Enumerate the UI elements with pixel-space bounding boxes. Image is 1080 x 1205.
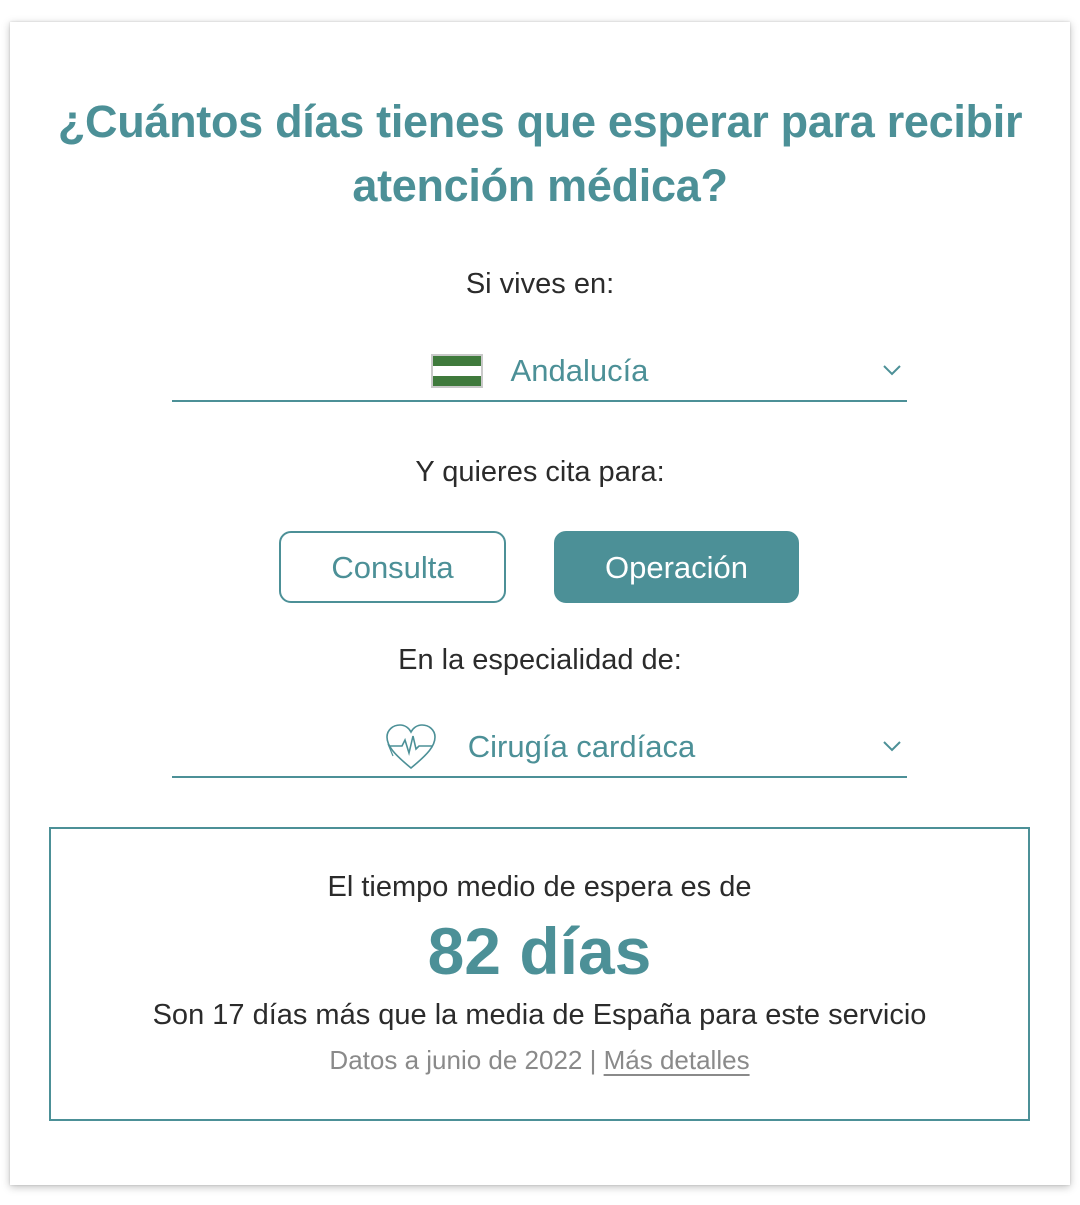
region-label: Si vives en: [465,268,615,300]
heart-pulse-icon [385,724,436,770]
specialty-select[interactable]: Cirugía cardíaca [172,718,907,778]
page-title: ¿Cuántos días tienes que esperar para re… [57,96,1023,211]
specialty-label: En la especialidad de: [398,644,682,676]
andalucia-flag-icon [430,354,483,388]
operacion-button[interactable]: Operación [554,531,799,603]
result-source: Datos a junio de 2022 | Más detalles [51,1044,1028,1076]
appointment-label: Y quieres cita para: [415,456,665,488]
result-days: 82 días [427,914,652,988]
chevron-down-icon [883,365,901,376]
specialty-select-value: Cirugía cardíaca [467,729,696,764]
region-select-value: Andalucía [510,353,649,388]
region-select[interactable]: Andalucía [172,342,907,402]
chevron-down-icon [883,741,901,752]
details-link[interactable]: Más detalles [604,1045,750,1075]
result-box: El tiempo medio de espera es de 82 días … [49,827,1030,1121]
result-comparison: Son 17 días más que la media de España p… [152,999,927,1031]
waiting-time-card: ¿Cuántos días tienes que esperar para re… [10,22,1070,1185]
result-intro: El tiempo medio de espera es de [327,871,752,903]
source-date: Datos a junio de 2022 | [329,1045,597,1075]
consulta-button[interactable]: Consulta [279,531,506,603]
